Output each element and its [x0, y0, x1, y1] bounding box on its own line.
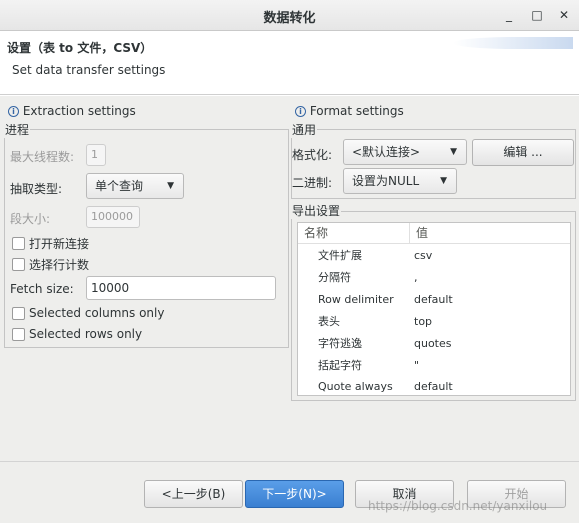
chevron-down-icon: ▼ [450, 147, 457, 157]
export-settings-group-label: 导出设置 [291, 202, 342, 219]
general-group-label: 通用 [291, 121, 318, 138]
table-row[interactable]: 字符逃逸 quotes [298, 333, 570, 355]
watermark-text: https://blog.csdn.net/yanxilou [368, 499, 548, 513]
fetch-type-label: 抽取类型: [10, 182, 63, 196]
window-title: 数据转化 [263, 11, 316, 26]
fetch-type-value: 单个查询 [95, 179, 144, 193]
checkbox-box[interactable] [12, 237, 25, 250]
open-new-connection-checkbox[interactable]: 打开新连接 [12, 235, 89, 252]
extraction-settings-title: Extraction settings [22, 104, 136, 118]
table-row[interactable]: Quote always default [298, 376, 570, 398]
column-header-name[interactable]: 名称 [298, 223, 410, 244]
table-row[interactable]: 分隔符 , [298, 267, 570, 289]
select-row-count-checkbox[interactable]: 选择行计数 [12, 256, 89, 273]
chevron-down-icon: ▼ [440, 176, 447, 186]
max-threads-spinner[interactable]: 1 [86, 144, 106, 166]
binary-select[interactable]: 设置为NULL ▼ [343, 168, 457, 194]
checkbox-box[interactable] [12, 327, 25, 341]
chevron-down-icon: ▼ [167, 181, 174, 191]
wizard-footer: <上一步(B) 下一步(N)> 取消 开始 https://blog.csdn.… [0, 461, 579, 523]
process-group-label: 进程 [4, 121, 31, 138]
fetch-type-select[interactable]: 单个查询 ▼ [86, 173, 184, 199]
select-row-count-label: 选择行计数 [29, 258, 90, 272]
selected-rows-only-checkbox[interactable]: Selected rows only [12, 327, 142, 341]
binary-label: 二进制: [292, 176, 333, 190]
cell-value[interactable]: , [414, 267, 418, 289]
binary-value: 设置为NULL [352, 174, 420, 188]
cell-name: 分隔符 [318, 271, 351, 284]
open-new-connection-label: 打开新连接 [29, 237, 90, 251]
info-icon: i [295, 106, 306, 117]
page-description: Set data transfer settings [12, 63, 166, 77]
selected-rows-only-label: Selected rows only [29, 327, 143, 341]
segment-size-spinner[interactable]: 100000 [86, 206, 140, 228]
cell-name: 字符逃逸 [318, 337, 362, 350]
back-button[interactable]: <上一步(B) [144, 480, 243, 508]
cell-name: 文件扩展 [318, 249, 362, 262]
cell-value[interactable]: top [414, 311, 432, 333]
cell-name: 括起字符 [318, 359, 362, 372]
edit-format-button[interactable]: 编辑 ... [472, 139, 574, 166]
table-row[interactable]: 表头 top [298, 311, 570, 333]
page-title: 设置（表 to 文件，CSV） [7, 41, 153, 55]
next-button[interactable]: 下一步(N)> [245, 480, 344, 508]
column-header-value[interactable]: 值 [410, 223, 570, 244]
cell-name: 表头 [318, 315, 340, 328]
cell-name: Quote always [318, 380, 393, 393]
table-row[interactable]: 括起字符 " [298, 355, 570, 377]
formatting-select[interactable]: <默认连接> ▼ [343, 139, 467, 165]
cell-value[interactable]: default [414, 376, 453, 398]
maximize-icon[interactable]: □ [528, 6, 546, 24]
info-icon: i [8, 106, 19, 117]
segment-size-label: 段大小: [10, 212, 51, 226]
cell-name: Row delimiter [318, 293, 394, 306]
table-row[interactable]: 文件扩展 csv [298, 245, 570, 267]
format-settings-title: Format settings [309, 104, 404, 118]
export-settings-table: 名称 值 文件扩展 csv 分隔符 , Row delimiter defaul… [297, 222, 571, 396]
cell-value[interactable]: default [414, 289, 453, 311]
cell-value[interactable]: quotes [414, 333, 452, 355]
table-row[interactable]: Row delimiter default [298, 289, 570, 311]
close-icon[interactable]: ✕ [555, 6, 573, 24]
wizard-header: 设置（表 to 文件，CSV） Set data transfer settin… [0, 31, 579, 95]
fetch-size-label: Fetch size: [10, 282, 74, 296]
selected-columns-only-checkbox[interactable]: Selected columns only [12, 306, 164, 320]
window-titlebar: 数据转化 _ □ ✕ [0, 0, 579, 31]
selected-columns-only-label: Selected columns only [29, 306, 165, 320]
formatting-label: 格式化: [292, 148, 333, 162]
header-banner-decoration [453, 37, 573, 49]
formatting-value: <默认连接> [352, 145, 421, 159]
checkbox-box[interactable] [12, 306, 25, 320]
fetch-size-input[interactable]: 10000 [86, 276, 276, 300]
extraction-settings-header: i Extraction settings [8, 104, 136, 118]
checkbox-box[interactable] [12, 258, 25, 271]
format-settings-header: i Format settings [295, 104, 404, 118]
wizard-content: i Extraction settings 进程 最大线程数: 1 抽取类型: … [0, 96, 579, 461]
cell-value[interactable]: csv [414, 245, 432, 267]
max-threads-label: 最大线程数: [10, 150, 75, 164]
cell-value[interactable]: " [414, 355, 419, 377]
minimize-icon[interactable]: _ [500, 6, 518, 24]
